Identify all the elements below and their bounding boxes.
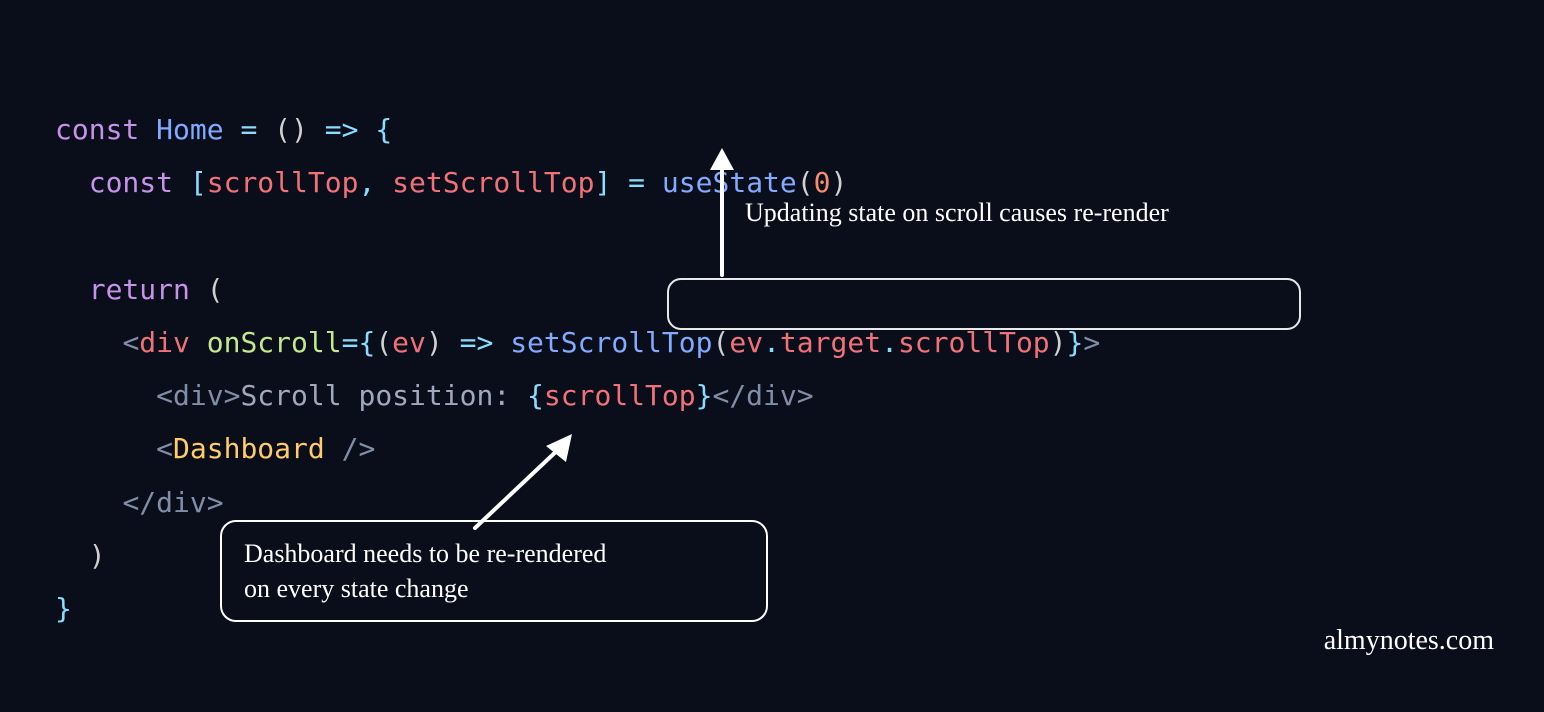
line-7: <Dashboard /> xyxy=(55,432,375,465)
line-9: ) xyxy=(55,539,106,572)
watermark: almynotes.com xyxy=(1324,625,1494,657)
line-5: <div onScroll={(ev) => setScrollTop(ev.t… xyxy=(55,326,1100,359)
line-4: return ( xyxy=(55,273,224,306)
annotation-bottom-box: Dashboard needs to be re-rendered on eve… xyxy=(220,520,768,622)
line-6: <div>Scroll position: {scrollTop}</div> xyxy=(55,379,814,412)
line-1: const Home = () => { xyxy=(55,113,392,146)
annotation-top: Updating state on scroll causes re-rende… xyxy=(745,195,1169,230)
line-10: } xyxy=(55,592,72,625)
line-8: </div> xyxy=(55,486,224,519)
line-2: const [scrollTop, setScrollTop] = useSta… xyxy=(55,166,847,199)
